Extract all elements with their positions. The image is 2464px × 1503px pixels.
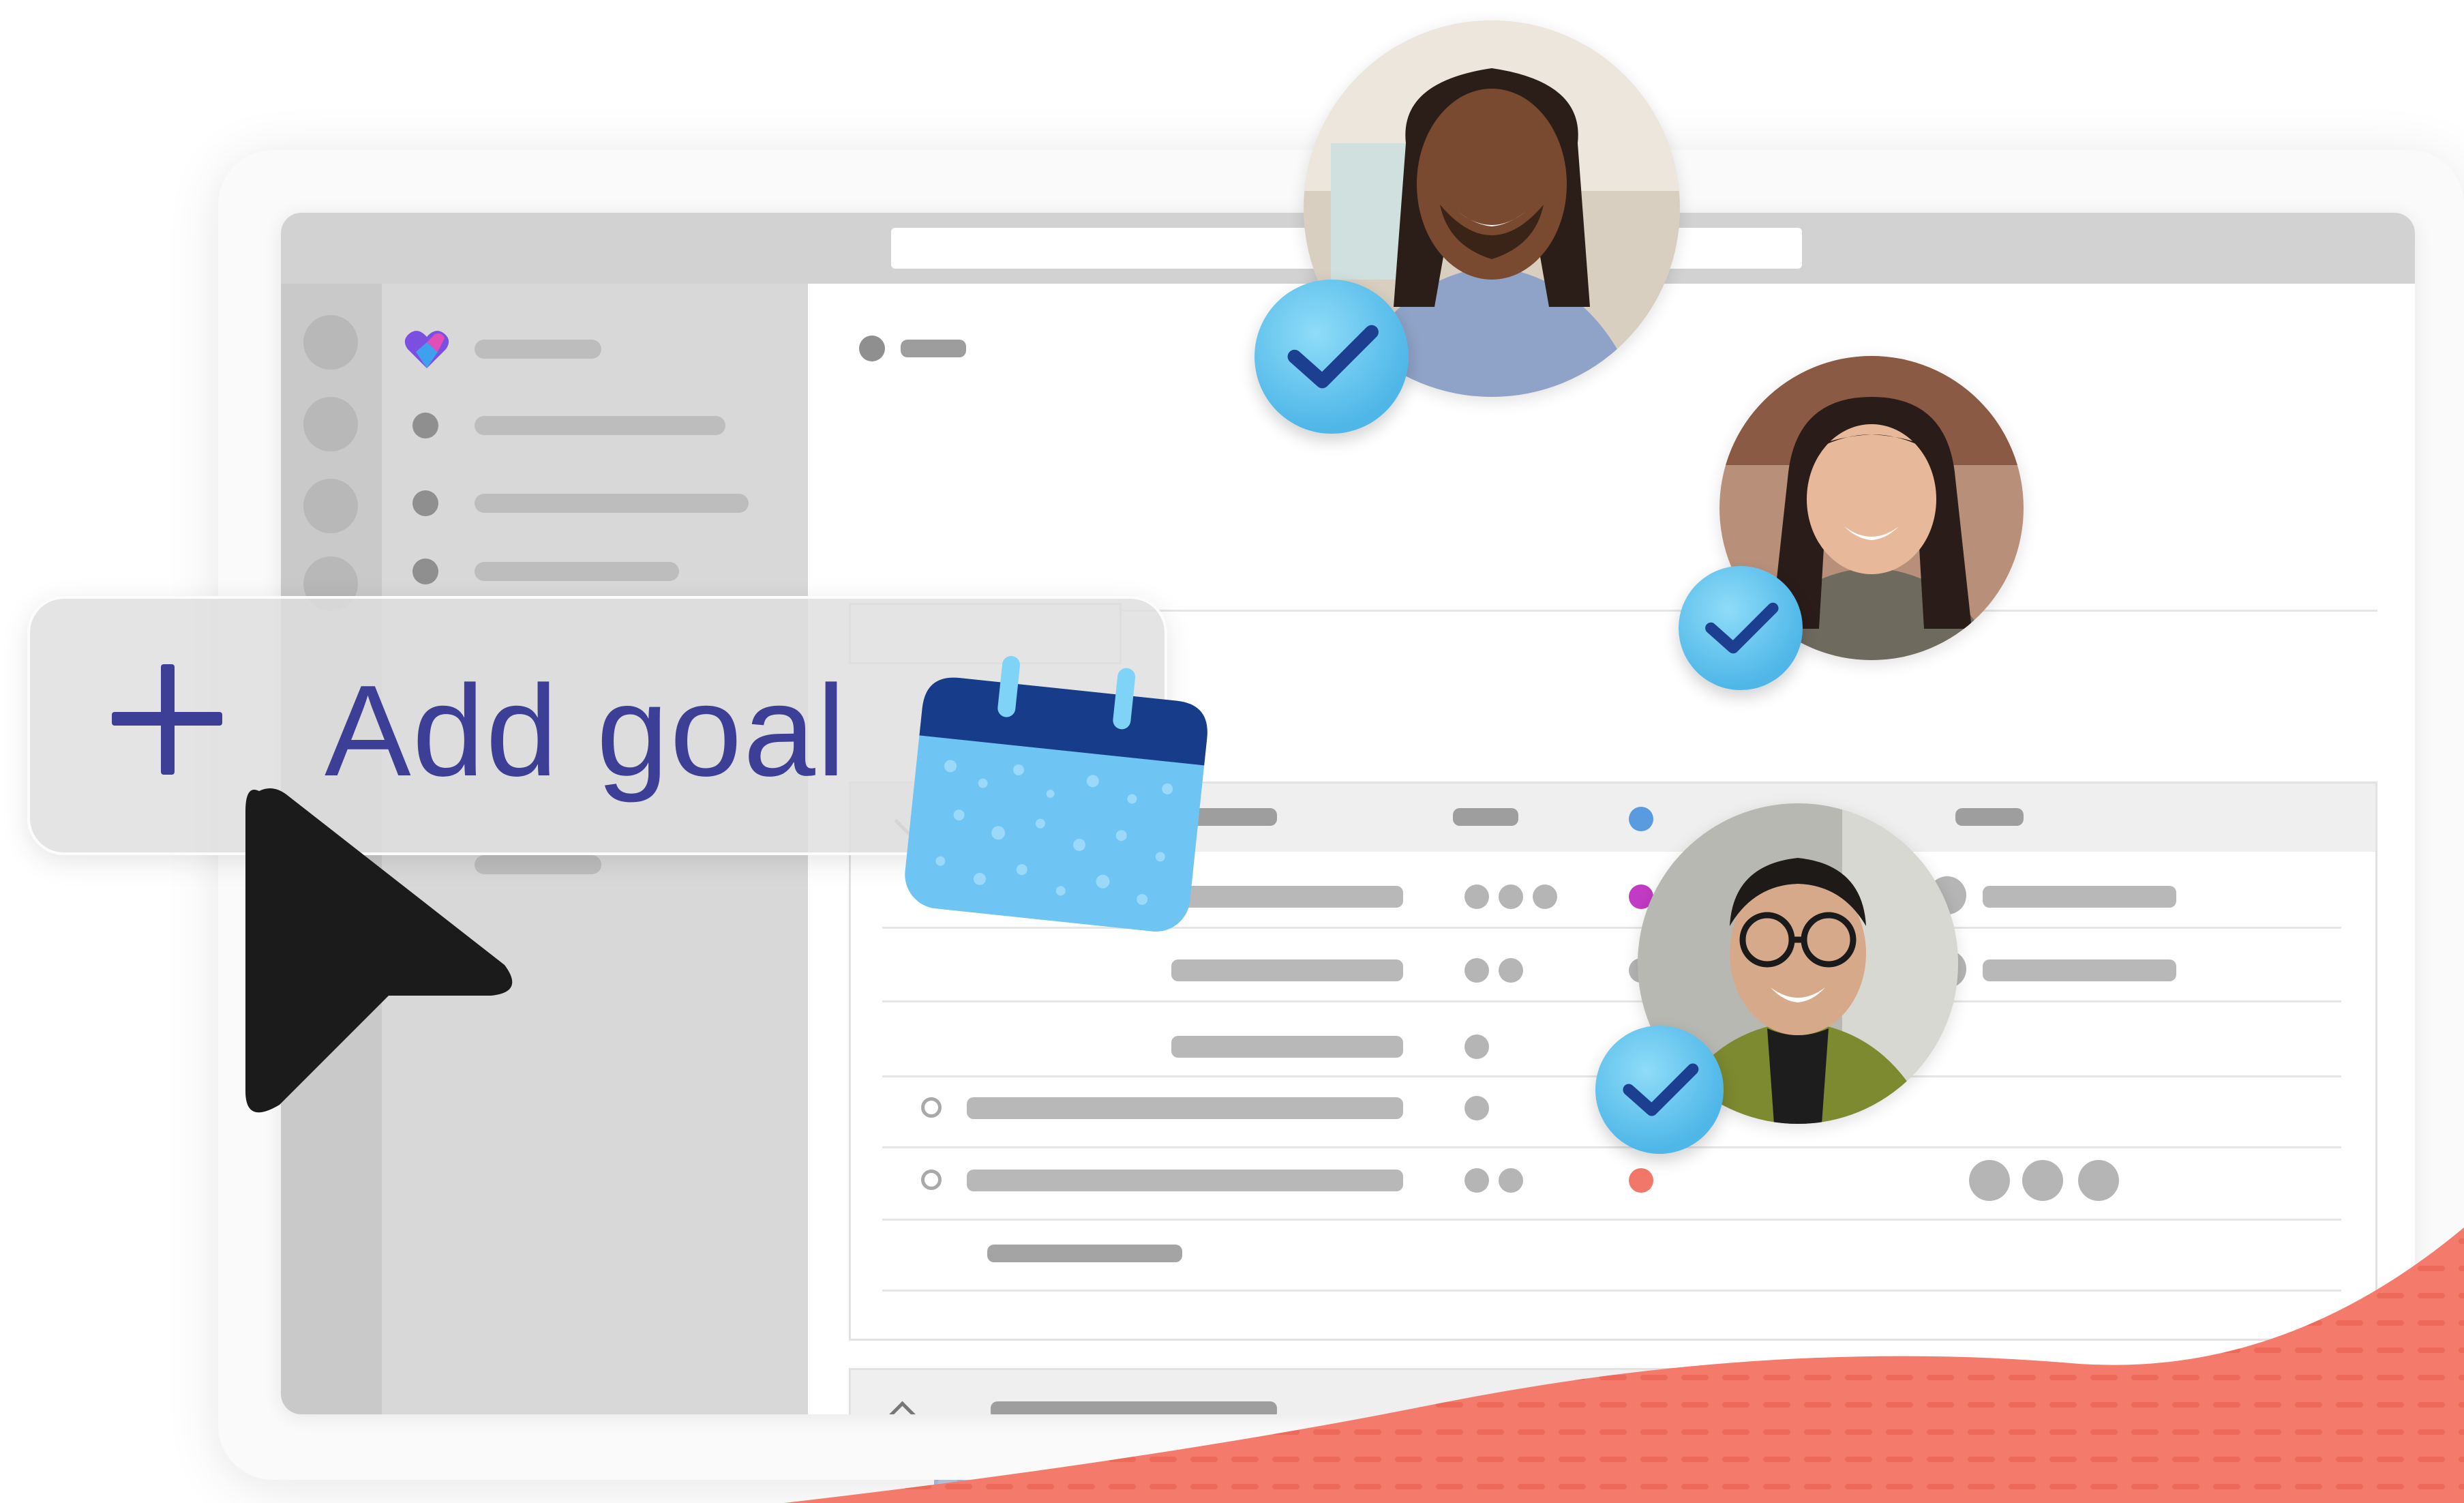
calendar-icon [905,655,1207,932]
checkmark-icon [1595,1026,1724,1154]
checkmark-icon [1254,280,1409,434]
checkmark-icon [1679,566,1803,690]
pointer-cursor-icon [245,788,513,1113]
plus-icon-vertical [161,664,175,775]
